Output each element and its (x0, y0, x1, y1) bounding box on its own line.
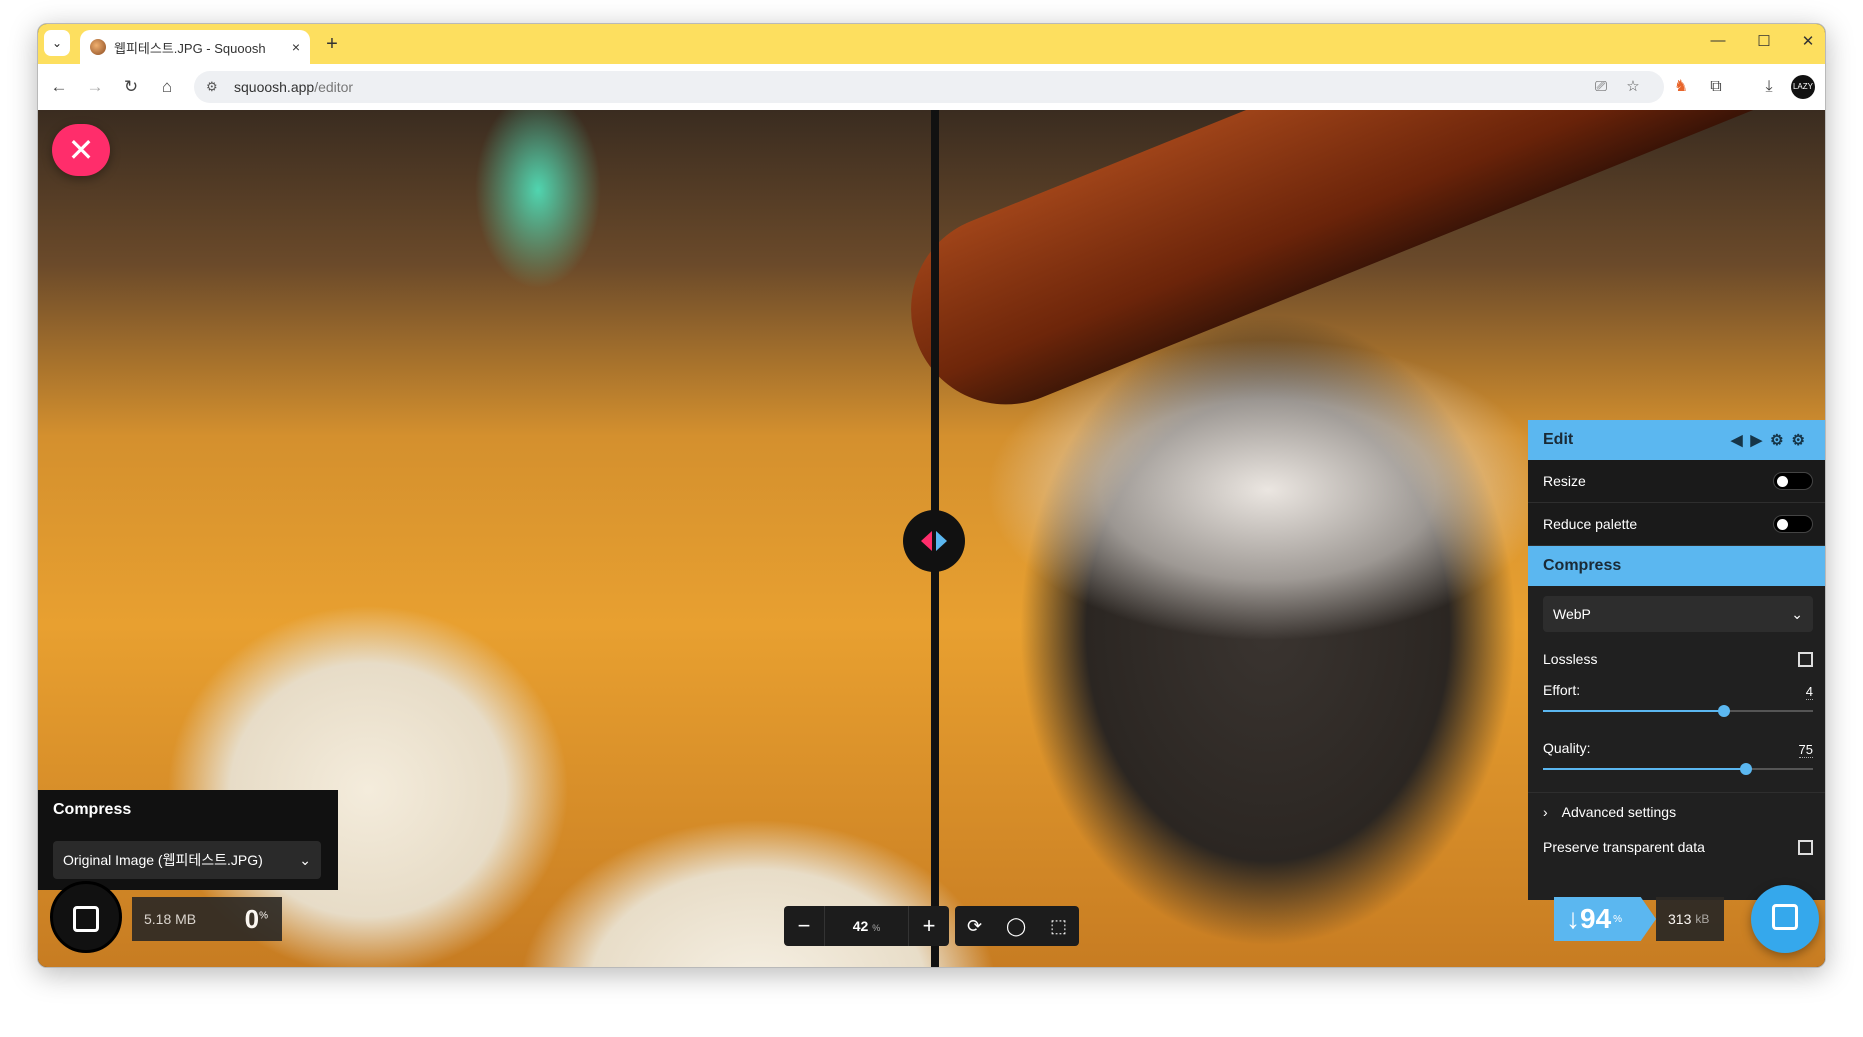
chevron-right-icon: › (1543, 803, 1548, 820)
zoom-controls: − 42 % + (784, 906, 949, 946)
advanced-settings-toggle[interactable]: › Advanced settings (1528, 792, 1825, 830)
swap-sides-icon[interactable]: ◀▶ (1731, 432, 1770, 449)
resize-toggle[interactable] (1773, 472, 1813, 490)
preserve-transparent-checkbox[interactable] (1798, 839, 1813, 855)
compress-header: Compress (1528, 546, 1825, 586)
extension-fox-icon[interactable]: ♞ (1668, 74, 1694, 100)
address-bar[interactable]: ⚙ squoosh.app/editor (194, 71, 1664, 103)
download-icon[interactable]: ⤓ (1756, 74, 1782, 100)
quality-slider[interactable] (1543, 763, 1813, 775)
tab-close-icon[interactable]: × (292, 39, 300, 55)
reload-icon[interactable]: ↻ (118, 74, 144, 100)
advanced-settings-label: Advanced settings (1561, 803, 1677, 820)
browser-window: ⌄ 웹피테스트.JPG - Squoosh × + — ☐ ✕ ← → ↻ ⌂ … (37, 23, 1826, 968)
lossless-checkbox[interactable] (1798, 651, 1813, 667)
browser-tab[interactable]: 웹피테스트.JPG - Squoosh × (80, 30, 310, 64)
copy-settings-icon[interactable]: ⚙ (1770, 432, 1791, 449)
minimize-icon[interactable]: — (1703, 32, 1733, 49)
save-settings-icon[interactable]: ⚙ (1792, 432, 1813, 449)
right-percent: ↓ 94% (1554, 897, 1656, 941)
chevron-down-icon: ⌄ (1791, 605, 1803, 622)
right-size: 313 kB (1656, 897, 1724, 941)
effort-row: Effort: 4 (1528, 676, 1825, 734)
rotate-icon[interactable]: ⟳ (967, 916, 982, 937)
window-close-icon[interactable]: ✕ (1793, 32, 1823, 50)
quality-label: Quality: (1543, 740, 1591, 756)
forward-arrow-icon[interactable]: → (82, 74, 108, 100)
left-codec-select[interactable]: Original Image (웹피테스트.JPG) ⌄ (53, 841, 321, 879)
reduce-palette-toggle[interactable] (1773, 515, 1813, 533)
tab-strip: ⌄ 웹피테스트.JPG - Squoosh × + — ☐ ✕ (38, 24, 1825, 64)
zoom-out-button[interactable]: − (784, 913, 824, 939)
chevron-down-icon: ⌄ (299, 851, 311, 868)
view-controls: ⟳ ◯ ⬚ (955, 906, 1079, 946)
home-icon[interactable]: ⌂ (154, 74, 180, 100)
pixelated-toggle-icon[interactable]: ⬚ (1050, 916, 1067, 937)
quality-row: Quality: 75 (1528, 734, 1825, 792)
close-editor-button[interactable]: ✕ (52, 124, 110, 176)
quality-slider-knob[interactable] (1739, 763, 1752, 775)
extensions-puzzle-icon[interactable]: ⧉ (1703, 74, 1729, 100)
right-size-display: ↓ 94% 313 kB (1554, 897, 1724, 941)
reduce-palette-label: Reduce palette (1543, 516, 1638, 532)
lossless-row: Lossless (1528, 642, 1825, 676)
editor-canvas[interactable]: ✕ Compress Original Image (웹피테스트.JPG) ⌄ … (38, 110, 1825, 967)
quality-slider-fill (1543, 768, 1746, 770)
right-download-button[interactable] (1751, 885, 1819, 953)
left-select-value: Original Image (웹피테스트.JPG) (63, 852, 263, 868)
codec-value: WebP (1553, 606, 1591, 622)
download-icon (73, 906, 99, 932)
effort-value[interactable]: 4 (1805, 684, 1813, 700)
left-download-button[interactable] (50, 881, 122, 953)
edit-title: Edit (1543, 431, 1574, 448)
profile-avatar[interactable]: LAZY (1791, 75, 1815, 99)
lossless-label: Lossless (1543, 651, 1598, 667)
left-percent: 0% (244, 903, 268, 934)
close-icon: ✕ (67, 132, 95, 168)
favicon-icon (90, 39, 106, 55)
effort-slider[interactable] (1543, 705, 1813, 717)
tab-search-button[interactable]: ⌄ (44, 30, 70, 56)
bookmark-star-icon[interactable]: ☆ (1620, 71, 1646, 103)
effort-slider-fill (1543, 710, 1724, 712)
arrow-right-icon (936, 531, 947, 551)
preserve-transparent-label: Preserve transparent data (1543, 839, 1705, 855)
edit-header: Edit ◀▶⚙⚙ (1528, 420, 1825, 460)
resize-row: Resize (1528, 460, 1825, 503)
new-tab-button[interactable]: + (320, 32, 344, 56)
chevron-down-icon: ⌄ (51, 36, 63, 50)
left-size-unit: MB (175, 911, 197, 927)
right-options-panel: Edit ◀▶⚙⚙ Resize Reduce palette Compress… (1528, 420, 1825, 900)
left-size-value: 5.18 (144, 911, 172, 927)
left-options-panel: Compress Original Image (웹피테스트.JPG) ⌄ (38, 790, 338, 890)
preserve-transparent-row: Preserve transparent data (1528, 830, 1825, 864)
split-handle[interactable] (903, 510, 965, 572)
effort-label: Effort: (1543, 682, 1581, 698)
url-host: squoosh.app (234, 79, 315, 95)
browser-toolbar: ← → ↻ ⌂ ⚙ squoosh.app/editor ⎚ ☆ ♞ ⧉ ⤓ L… (38, 64, 1825, 110)
zoom-in-button[interactable]: + (909, 913, 949, 939)
background-toggle-icon[interactable]: ◯ (1006, 916, 1026, 937)
left-panel-title: Compress (53, 801, 132, 818)
quality-value[interactable]: 75 (1798, 742, 1813, 758)
url-path: /editor (314, 79, 354, 95)
reduce-palette-row: Reduce palette (1528, 503, 1825, 546)
codec-select[interactable]: WebP ⌄ (1543, 596, 1813, 632)
install-app-icon[interactable]: ⎚ (1588, 71, 1614, 103)
back-arrow-icon[interactable]: ← (46, 74, 72, 100)
left-size-display: 5.18 MB 0% (132, 897, 282, 941)
download-icon (1772, 904, 1798, 930)
arrow-left-icon (921, 531, 932, 551)
resize-label: Resize (1543, 473, 1586, 489)
zoom-value[interactable]: 42 % (824, 906, 909, 946)
tab-title: 웹피테스트.JPG - Squoosh (114, 40, 266, 56)
maximize-icon[interactable]: ☐ (1749, 32, 1779, 50)
site-info-icon[interactable]: ⚙ (206, 79, 226, 95)
effort-slider-knob[interactable] (1717, 705, 1730, 717)
